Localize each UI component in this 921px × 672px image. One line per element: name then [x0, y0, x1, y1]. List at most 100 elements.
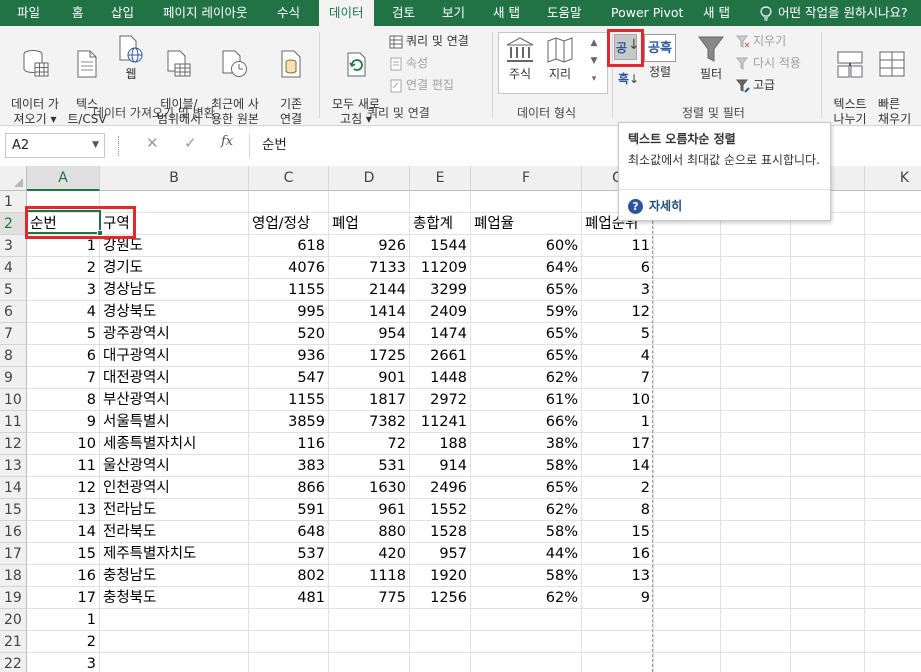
row-header-20[interactable]: 20: [0, 609, 27, 631]
cell-empty[interactable]: [791, 257, 865, 279]
cell-empty[interactable]: [791, 323, 865, 345]
tab-new-tab-2[interactable]: 새 탭: [703, 0, 730, 26]
table-cell-seq[interactable]: 11: [27, 455, 100, 477]
table-cell-seq[interactable]: 17: [27, 587, 100, 609]
table-cell-region[interactable]: 부산광역시: [100, 389, 249, 411]
properties-button[interactable]: 속성: [389, 54, 428, 72]
table-cell-region[interactable]: 대전광역시: [100, 367, 249, 389]
table-cell-region[interactable]: 제주특별자치도: [100, 543, 249, 565]
cell-empty[interactable]: [721, 477, 791, 499]
tab-home[interactable]: 홈: [72, 0, 84, 26]
sort-descending-button[interactable]: 흑↓: [618, 70, 639, 87]
cell-empty[interactable]: [721, 323, 791, 345]
cell-empty[interactable]: [865, 631, 921, 653]
header-cell-region[interactable]: 구역: [100, 213, 249, 235]
cell-empty[interactable]: [249, 609, 329, 631]
table-cell-region[interactable]: 세종특별자치시: [100, 433, 249, 455]
cell-empty[interactable]: [721, 499, 791, 521]
table-cell-seq[interactable]: 7: [27, 367, 100, 389]
cell-empty[interactable]: [654, 323, 721, 345]
web-button[interactable]: 웹: [114, 34, 148, 82]
table-cell-closed[interactable]: 1817: [329, 389, 410, 411]
table-cell-operating[interactable]: 1155: [249, 389, 329, 411]
tab-help[interactable]: 도움말: [547, 0, 582, 26]
table-cell-rank[interactable]: 16: [582, 543, 654, 565]
text-to-columns-button[interactable]: 텍스트 나누기: [828, 34, 872, 127]
table-cell-operating[interactable]: 936: [249, 345, 329, 367]
cell-empty[interactable]: [791, 631, 865, 653]
column-header-f[interactable]: F: [471, 166, 582, 191]
table-cell-rank[interactable]: 17: [582, 433, 654, 455]
column-header-e[interactable]: E: [410, 166, 471, 191]
cell-empty[interactable]: [721, 521, 791, 543]
tell-me-box[interactable]: 어떤 작업을 원하시나요?: [760, 0, 908, 26]
row-header-14[interactable]: 14: [0, 477, 27, 499]
cell-empty[interactable]: [654, 411, 721, 433]
row-header-5[interactable]: 5: [0, 279, 27, 301]
cell-empty[interactable]: [410, 653, 471, 672]
cell-empty[interactable]: [791, 565, 865, 587]
tooltip-help-link[interactable]: ? 자세히: [628, 197, 682, 214]
table-cell-region[interactable]: 경기도: [100, 257, 249, 279]
cell-empty[interactable]: [791, 499, 865, 521]
cell-empty[interactable]: [410, 191, 471, 213]
tab-power-pivot[interactable]: Power Pivot: [611, 0, 683, 26]
cell-empty[interactable]: [654, 433, 721, 455]
tab-formulas[interactable]: 수식: [277, 0, 300, 26]
table-cell-seq[interactable]: 12: [27, 477, 100, 499]
tab-insert[interactable]: 삽입: [111, 0, 134, 26]
row-header-15[interactable]: 15: [0, 499, 27, 521]
cell-empty[interactable]: [654, 301, 721, 323]
cell-empty[interactable]: [654, 653, 721, 672]
table-cell-seq[interactable]: 10: [27, 433, 100, 455]
table-cell-rate[interactable]: 59%: [471, 301, 582, 323]
table-cell-seq[interactable]: 9: [27, 411, 100, 433]
stocks-button[interactable]: 주식: [502, 36, 538, 82]
table-cell-rank[interactable]: 10: [582, 389, 654, 411]
column-header-d[interactable]: D: [329, 166, 410, 191]
row-header-10[interactable]: 10: [0, 389, 27, 411]
table-cell-rate[interactable]: 65%: [471, 345, 582, 367]
sort-ascending-button[interactable]: 공 ↓: [614, 34, 640, 60]
formula-bar-grip[interactable]: [118, 136, 121, 156]
cell-empty[interactable]: [791, 455, 865, 477]
cell-empty[interactable]: [791, 235, 865, 257]
table-cell-operating[interactable]: 383: [249, 455, 329, 477]
cell-empty[interactable]: [582, 631, 654, 653]
cell-empty[interactable]: [865, 367, 921, 389]
cell-empty[interactable]: [791, 653, 865, 672]
table-cell-rate[interactable]: 58%: [471, 455, 582, 477]
table-cell-operating[interactable]: 618: [249, 235, 329, 257]
table-cell-closed[interactable]: 1414: [329, 301, 410, 323]
table-cell-closed[interactable]: 7133: [329, 257, 410, 279]
cell-empty[interactable]: [654, 587, 721, 609]
table-cell-total[interactable]: 1552: [410, 499, 471, 521]
table-cell-closed[interactable]: 7382: [329, 411, 410, 433]
table-cell-seq[interactable]: 2: [27, 257, 100, 279]
tab-review[interactable]: 검토: [392, 0, 415, 26]
table-cell-region[interactable]: 강원도: [100, 235, 249, 257]
reapply-button[interactable]: 다시 적용: [736, 54, 801, 72]
cell-empty[interactable]: [329, 653, 410, 672]
cell-empty[interactable]: [410, 609, 471, 631]
table-cell-closed[interactable]: 901: [329, 367, 410, 389]
table-cell-rank[interactable]: 7: [582, 367, 654, 389]
row-header-4[interactable]: 4: [0, 257, 27, 279]
row-header-17[interactable]: 17: [0, 543, 27, 565]
table-cell-operating[interactable]: 1155: [249, 279, 329, 301]
table-cell-total[interactable]: 2972: [410, 389, 471, 411]
table-cell-total[interactable]: 3299: [410, 279, 471, 301]
clear-filter-button[interactable]: 지우기: [736, 32, 786, 50]
row-header-19[interactable]: 19: [0, 587, 27, 609]
row-header-18[interactable]: 18: [0, 565, 27, 587]
row-header-6[interactable]: 6: [0, 301, 27, 323]
cell-empty[interactable]: [865, 433, 921, 455]
header-cell-operating[interactable]: 영업/정상: [249, 213, 329, 235]
tab-data[interactable]: 데이터: [319, 0, 374, 26]
advanced-filter-button[interactable]: 고급: [736, 76, 775, 94]
table-cell-closed[interactable]: 1725: [329, 345, 410, 367]
table-cell-rank[interactable]: 6: [582, 257, 654, 279]
cell-empty[interactable]: [865, 565, 921, 587]
table-cell-rate[interactable]: 62%: [471, 587, 582, 609]
cell-empty[interactable]: [865, 455, 921, 477]
